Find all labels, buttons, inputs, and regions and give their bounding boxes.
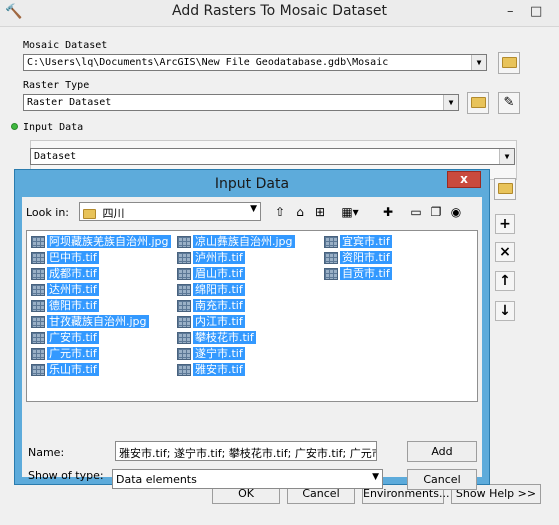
raster-type-value: Raster Dataset	[27, 97, 112, 108]
list-item[interactable]: 宜宾市.tif	[324, 235, 392, 250]
raster-file-icon	[177, 284, 191, 296]
list-item[interactable]: 绵阳市.tif	[177, 283, 245, 298]
raster-file-icon	[177, 348, 191, 360]
input-data-combo[interactable]: Dataset ▼	[30, 148, 515, 165]
list-item[interactable]: 乐山市.tif	[31, 363, 99, 378]
raster-file-icon	[324, 268, 338, 280]
show-of-type-value: Data elements	[116, 473, 197, 486]
chevron-down-icon[interactable]: ▼	[372, 472, 379, 482]
list-item[interactable]: 阿坝藏族羌族自治州.jpg	[31, 235, 171, 250]
raster-file-icon	[31, 268, 45, 280]
folder-icon	[501, 57, 517, 68]
up-one-level-icon[interactable]: ⇧	[271, 204, 289, 220]
properties-icon: ✎	[503, 95, 515, 110]
list-item[interactable]: 攀枝花市.tif	[177, 331, 256, 346]
list-item[interactable]: 达州市.tif	[31, 283, 99, 298]
list-item[interactable]: 广安市.tif	[31, 331, 99, 346]
folder-icon	[497, 183, 513, 194]
browse-input-data-button[interactable]	[494, 178, 516, 200]
minimize-button[interactable]: –	[507, 4, 514, 19]
list-item[interactable]: 眉山市.tif	[177, 267, 245, 282]
raster-file-icon	[177, 300, 191, 312]
raster-file-icon	[324, 236, 338, 248]
raster-file-icon	[177, 252, 191, 264]
home-icon[interactable]: ⌂	[291, 204, 309, 220]
close-button[interactable]: x	[447, 171, 481, 188]
connect-folder-icon[interactable]: ⊞	[311, 204, 329, 220]
raster-file-icon	[177, 268, 191, 280]
catalog-icon[interactable]: ▭	[407, 204, 425, 220]
list-item[interactable]: 成都市.tif	[31, 267, 99, 282]
list-item[interactable]: 凉山彝族自治州.jpg	[177, 235, 295, 250]
look-in-value: 四川	[102, 207, 125, 220]
file-list[interactable]: 阿坝藏族羌族自治州.jpg 巴中市.tif 成都市.tif 达州市.tif 德阳…	[26, 230, 478, 402]
show-of-type-label: Show of type:	[28, 469, 104, 482]
list-item[interactable]: 南充市.tif	[177, 299, 245, 314]
database-icon[interactable]: ◉	[447, 204, 465, 220]
look-in-combo[interactable]: 四川 ▼	[79, 202, 261, 221]
name-input[interactable]: 雅安市.tif; 遂宁市.tif; 攀枝花市.tif; 广安市.tif; 广元市…	[115, 441, 377, 461]
dialog-body: Look in: 四川 ▼ ⇧ ⌂ ⊞ ▦▾ ✚ ▭ ❐ ◉ 阿坝藏族羌族自治州…	[22, 197, 482, 490]
raster-file-icon	[177, 364, 191, 376]
raster-file-icon	[177, 316, 191, 328]
raster-file-icon	[31, 252, 45, 264]
dialog-cancel-button[interactable]: Cancel	[407, 469, 477, 490]
list-item[interactable]: 甘孜藏族自治州.jpg	[31, 315, 149, 330]
add-button[interactable]: Add	[407, 441, 477, 462]
list-item[interactable]: 泸州市.tif	[177, 251, 245, 266]
browse-mosaic-button[interactable]	[498, 52, 520, 74]
raster-file-icon	[324, 252, 338, 264]
mosaic-dataset-value: C:\Users\lq\Documents\ArcGIS\New File Ge…	[27, 57, 389, 68]
raster-file-icon	[31, 316, 45, 328]
folder-icon	[83, 209, 96, 219]
raster-file-icon	[31, 348, 45, 360]
name-label: Name:	[28, 446, 65, 459]
required-indicator-icon	[11, 123, 18, 130]
raster-file-icon	[177, 236, 191, 248]
list-item[interactable]: 巴中市.tif	[31, 251, 99, 266]
look-in-label: Look in:	[26, 206, 69, 219]
chevron-down-icon[interactable]: ▼	[443, 95, 458, 110]
raster-file-icon	[177, 332, 191, 344]
move-up-button[interactable]: ↑	[495, 271, 515, 291]
raster-file-icon	[31, 236, 45, 248]
main-title-bar: 🔨 Add Rasters To Mosaic Dataset – □	[0, 0, 559, 27]
raster-type-label: Raster Type	[23, 80, 90, 91]
chevron-down-icon[interactable]: ▼	[250, 204, 257, 214]
list-item[interactable]: 雅安市.tif	[177, 363, 245, 378]
move-down-button[interactable]: ↓	[495, 301, 515, 321]
copy-icon[interactable]: ❐	[427, 204, 445, 220]
new-folder-icon[interactable]: ✚	[379, 204, 397, 220]
folder-icon	[470, 97, 486, 108]
show-of-type-combo[interactable]: Data elements ▼	[112, 469, 383, 489]
raster-type-properties-button[interactable]: ✎	[498, 92, 520, 114]
input-data-dialog: Input Data x Look in: 四川 ▼ ⇧ ⌂ ⊞ ▦▾ ✚ ▭ …	[14, 169, 490, 490]
maximize-button[interactable]: □	[530, 4, 542, 19]
list-item[interactable]: 自贡市.tif	[324, 267, 392, 282]
mosaic-dataset-combo[interactable]: C:\Users\lq\Documents\ArcGIS\New File Ge…	[23, 54, 487, 71]
dialog-title: Input Data	[214, 176, 290, 192]
add-item-button[interactable]: +	[495, 214, 515, 234]
list-item[interactable]: 遂宁市.tif	[177, 347, 245, 362]
raster-file-icon	[31, 332, 45, 344]
mosaic-dataset-label: Mosaic Dataset	[23, 40, 108, 51]
browse-raster-type-button[interactable]	[467, 92, 489, 114]
view-menu-icon[interactable]: ▦▾	[337, 204, 363, 220]
list-item[interactable]: 资阳市.tif	[324, 251, 392, 266]
input-data-label: Input Data	[23, 122, 84, 133]
remove-item-button[interactable]: ×	[495, 242, 515, 262]
chevron-down-icon[interactable]: ▼	[499, 149, 514, 164]
raster-file-icon	[31, 300, 45, 312]
chevron-down-icon[interactable]: ▼	[471, 55, 486, 70]
input-data-value: Dataset	[34, 151, 77, 162]
raster-file-icon	[31, 364, 45, 376]
list-item[interactable]: 内江市.tif	[177, 315, 245, 330]
window-title: Add Rasters To Mosaic Dataset	[171, 3, 388, 19]
raster-file-icon	[31, 284, 45, 296]
list-item[interactable]: 广元市.tif	[31, 347, 99, 362]
raster-type-combo[interactable]: Raster Dataset ▼	[23, 94, 459, 111]
list-item[interactable]: 德阳市.tif	[31, 299, 99, 314]
